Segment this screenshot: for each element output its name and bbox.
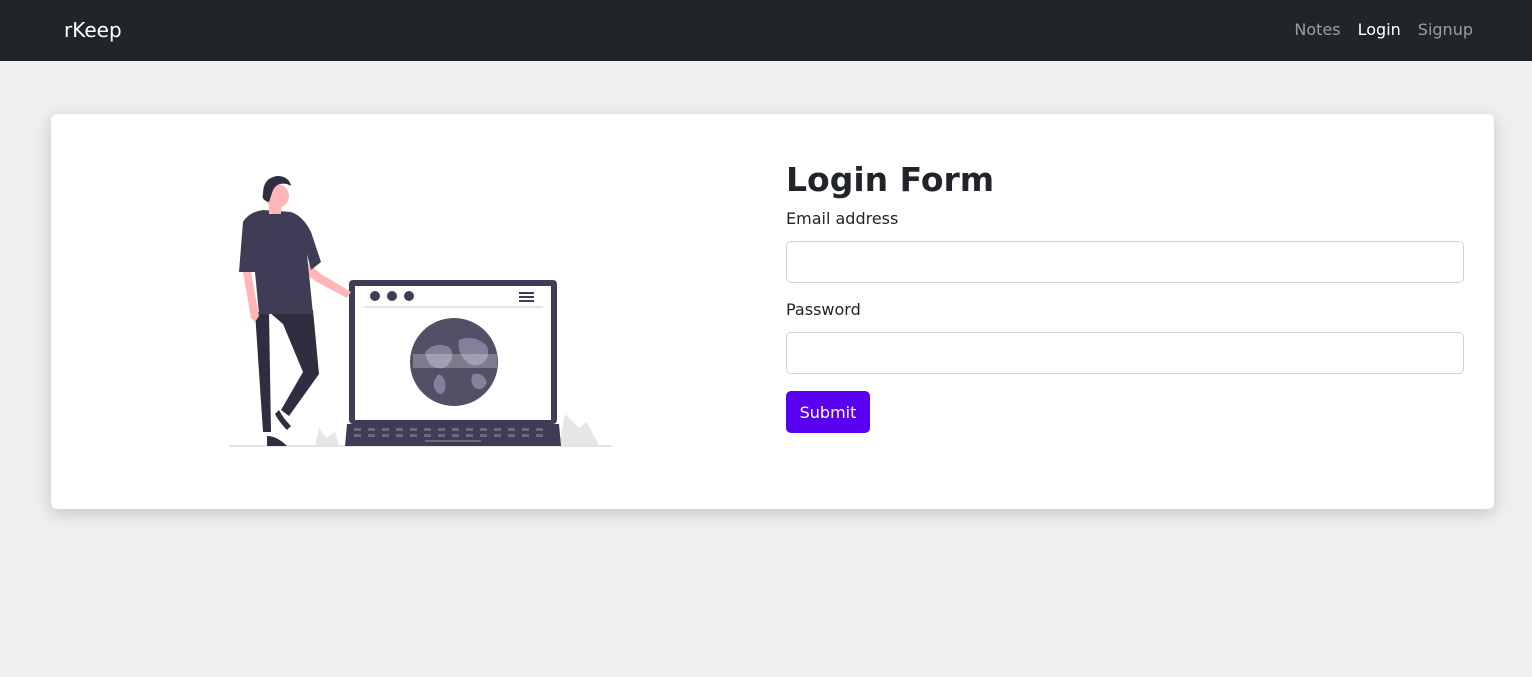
- top-navbar: rKeep Notes Login Signup: [0, 0, 1532, 61]
- email-field[interactable]: [786, 241, 1464, 283]
- nav-link-login[interactable]: Login: [1358, 19, 1401, 41]
- password-field[interactable]: [786, 332, 1464, 374]
- email-label: Email address: [786, 209, 899, 228]
- nav-link-signup[interactable]: Signup: [1418, 19, 1473, 41]
- brand-link[interactable]: rKeep: [64, 17, 122, 43]
- password-label: Password: [786, 300, 861, 319]
- person-with-laptop-illustration: [229, 176, 612, 447]
- nav-links: Notes Login Signup: [1294, 19, 1473, 41]
- nav-link-notes[interactable]: Notes: [1294, 19, 1340, 41]
- submit-button[interactable]: Submit: [786, 391, 870, 433]
- login-card: Login Form Email address Password Submit: [51, 114, 1494, 509]
- form-title: Login Form: [786, 160, 995, 199]
- login-form: Login Form Email address Password Submit: [786, 160, 1464, 433]
